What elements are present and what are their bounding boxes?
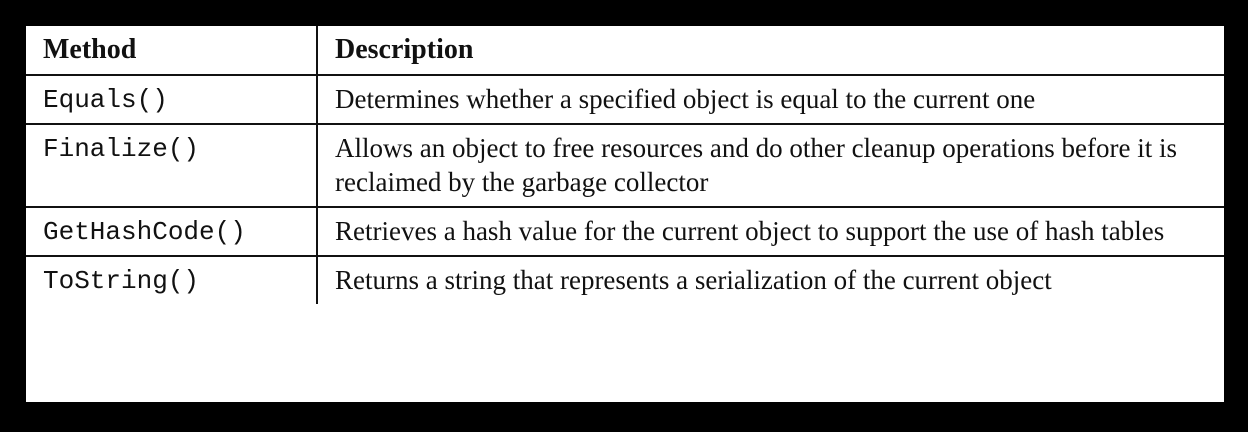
method-description: Determines whether a specified object is… (335, 84, 1036, 114)
table-row: GetHashCode() Retrieves a hash value for… (26, 206, 1224, 256)
method-description: Returns a string that represents a seria… (317, 255, 1224, 304)
method-name: Equals() (26, 75, 318, 124)
method-name: Finalize() (26, 123, 318, 207)
header-method: Method (26, 26, 318, 76)
document-page: Method Description Equals() Determines w… (26, 26, 1224, 402)
table-row: Equals() Determines whether a specified … (26, 75, 1224, 124)
table-row: ToString() Returns a string that represe… (26, 255, 1224, 304)
method-name: GetHashCode() (26, 206, 318, 256)
table-header-row: Method Description (26, 26, 1224, 76)
table-row: Finalize() Allows an object to free reso… (26, 123, 1224, 207)
method-name: ToString() (26, 255, 318, 304)
method-description: Allows an object to free resources and d… (317, 123, 1224, 207)
header-description: Description (317, 26, 1224, 76)
methods-table: Method Description Equals() Determines w… (26, 26, 1224, 304)
method-description: Retrieves a hash value for the current o… (317, 206, 1224, 256)
